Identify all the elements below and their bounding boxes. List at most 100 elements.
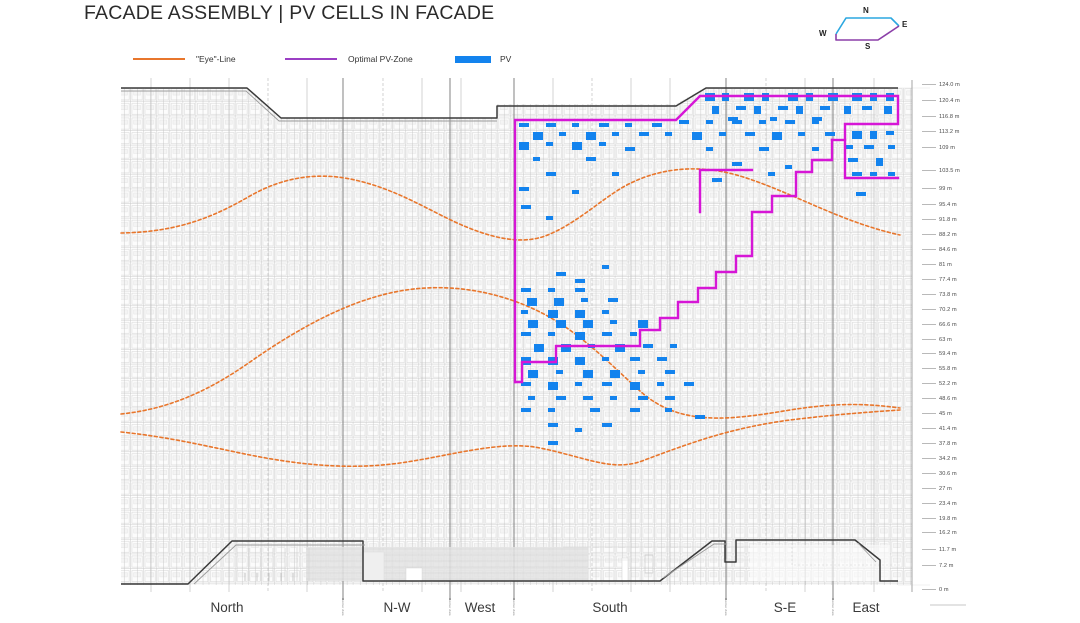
elevation-level: 66.6 m (920, 320, 1000, 329)
elevation-label: 88.2 m (939, 231, 957, 238)
facade-label-east: East (852, 600, 880, 615)
elevation-tick (922, 518, 936, 519)
elevation-tick (922, 116, 936, 117)
elevation-label: 63 m (939, 336, 952, 343)
elevation-tick (922, 204, 936, 205)
elevation-level: 59.4 m (920, 349, 1000, 358)
elevation-label: 73.8 m (939, 291, 957, 298)
elevation-label: 84.6 m (939, 246, 957, 253)
elevation-tick (922, 353, 936, 354)
facade-label-se: S-E (773, 600, 797, 615)
elevation-level: 113.2 m (920, 127, 1000, 136)
elevation-label: 0 m (939, 586, 949, 593)
elevation-level: 0 m (920, 585, 1000, 594)
facade-label-south: South (592, 600, 628, 615)
elevation-level: 120.4 m (920, 96, 1000, 105)
elevation-level: 109 m (920, 143, 1000, 152)
elevation-label: 95.4 m (939, 201, 957, 208)
elevation-level: 116.8 m (920, 112, 1000, 121)
facade-label-west: West (464, 600, 496, 615)
elevation-level: 48.6 m (920, 394, 1000, 403)
elevation-label: 19.8 m (939, 515, 957, 522)
elevation-level: 41.4 m (920, 424, 1000, 433)
elevation-label: 37.8 m (939, 440, 957, 447)
elevation-tick (922, 279, 936, 280)
elevation-tick (922, 147, 936, 148)
elevation-tick (922, 532, 936, 533)
elevation-level: 23.4 m (920, 499, 1000, 508)
elevation-level: 55.8 m (920, 364, 1000, 373)
elevation-label: 99 m (939, 185, 952, 192)
facade-section-labels: North N-W West South S-E East Corner Axi… (0, 596, 1080, 623)
elevation-level: 27 m (920, 484, 1000, 493)
corner-axis-label: Corner Axis (448, 598, 452, 616)
elevation-label: 77.4 m (939, 276, 957, 283)
corner-axis-label: Corner Axis (341, 598, 345, 616)
elevation-label: 23.4 m (939, 500, 957, 507)
elevation-tick (922, 565, 936, 566)
elevation-level: 30.6 m (920, 469, 1000, 478)
elevation-label: 27 m (939, 485, 952, 492)
elevation-level: 16.2 m (920, 528, 1000, 537)
elevation-level: 70.2 m (920, 305, 1000, 314)
elevation-label: 91.8 m (939, 216, 957, 223)
elevation-level: 52.2 m (920, 379, 1000, 388)
elevation-drawing (120, 78, 966, 606)
elevation-label: 16.2 m (939, 529, 957, 536)
elevation-tick (922, 324, 936, 325)
elevation-tick (922, 443, 936, 444)
elevation-level: 73.8 m (920, 290, 1000, 299)
facade-assembly-drawing: FACADE ASSEMBLY | PV CELLS IN FACADE "Ey… (0, 0, 1080, 623)
elevation-tick (922, 234, 936, 235)
elevation-label: 66.6 m (939, 321, 957, 328)
elevation-tick (922, 264, 936, 265)
elevation-level: 91.8 m (920, 215, 1000, 224)
elevation-level: 63 m (920, 335, 1000, 344)
elevation-tick (922, 368, 936, 369)
elevation-tick (922, 309, 936, 310)
elevation-label: 34.2 m (939, 455, 957, 462)
elevation-level: 84.6 m (920, 245, 1000, 254)
elevation-label: 7.2 m (939, 562, 954, 569)
elevation-scale: 124.0 m 120.4 m 116.8 m 113.2 m 109 m 10… (920, 76, 1000, 594)
elevation-tick (922, 398, 936, 399)
elevation-level: 124.0 m (920, 80, 1000, 89)
elevation-label: 124.0 m (939, 81, 960, 88)
elevation-tick (922, 294, 936, 295)
elevation-label: 41.4 m (939, 425, 957, 432)
elevation-label: 70.2 m (939, 306, 957, 313)
elevation-label: 30.6 m (939, 470, 957, 477)
elevation-label: 45 m (939, 410, 952, 417)
corner-axis-label: Corner Axis (512, 598, 516, 616)
elevation-tick (922, 428, 936, 429)
elevation-level: 34.2 m (920, 454, 1000, 463)
elevation-level: 95.4 m (920, 200, 1000, 209)
facade-label-north: North (210, 600, 244, 615)
corner-axis-label: Corner Axis (831, 598, 835, 616)
elevation-level: 103.5 m (920, 166, 1000, 175)
elevation-label: 113.2 m (939, 128, 960, 135)
elevation-level: 77.4 m (920, 275, 1000, 284)
elevation-tick (922, 488, 936, 489)
elevation-tick (922, 188, 936, 189)
elevation-label: 48.6 m (939, 395, 957, 402)
elevation-tick (922, 249, 936, 250)
elevation-level: 81 m (920, 260, 1000, 269)
elevation-level: 88.2 m (920, 230, 1000, 239)
elevation-level: 99 m (920, 184, 1000, 193)
facade-label-nw: N-W (383, 600, 411, 615)
elevation-label: 120.4 m (939, 97, 960, 104)
elevation-level: 7.2 m (920, 561, 1000, 570)
elevation-tick (922, 549, 936, 550)
elevation-level: 45 m (920, 409, 1000, 418)
elevation-tick (922, 413, 936, 414)
elevation-tick (922, 383, 936, 384)
elevation-level: 37.8 m (920, 439, 1000, 448)
elevation-tick (922, 589, 936, 590)
elevation-label: 103.5 m (939, 167, 960, 174)
elevation-label: 55.8 m (939, 365, 957, 372)
elevation-tick (922, 170, 936, 171)
elevation-label: 11.7 m (939, 546, 957, 553)
elevation-tick (922, 503, 936, 504)
elevation-label: 52.2 m (939, 380, 957, 387)
